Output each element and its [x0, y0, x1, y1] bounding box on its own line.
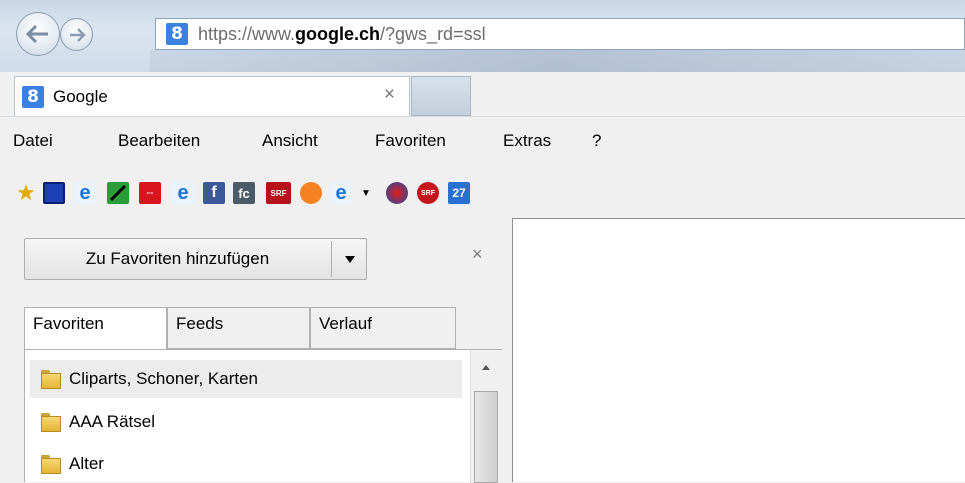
- list-item[interactable]: Alter: [30, 445, 462, 483]
- menu-help[interactable]: ?: [592, 131, 601, 151]
- tab-verlauf[interactable]: Verlauf: [310, 307, 456, 349]
- google-favicon-icon: 8: [22, 85, 44, 108]
- ie-icon[interactable]: e: [74, 182, 96, 204]
- url-text[interactable]: https://www.google.ch/?gws_rd=ssl: [198, 24, 486, 45]
- ie-icon[interactable]: e: [172, 182, 194, 204]
- add-to-favorites-label: Zu Favoriten hinzufügen: [85, 249, 270, 268]
- folder-icon: [41, 369, 61, 389]
- folder-icon: [41, 412, 61, 432]
- dropdown-arrow-icon[interactable]: [345, 256, 355, 263]
- list-item[interactable]: AAA Rätsel: [30, 403, 462, 441]
- tab-feeds[interactable]: Feeds: [167, 307, 310, 349]
- favorites-list: Cliparts, Schoner, Karten AAA Rätsel Alt…: [24, 349, 502, 483]
- back-button[interactable]: [16, 12, 60, 56]
- new-tab-button[interactable]: [411, 76, 471, 116]
- fc-icon[interactable]: fc: [233, 182, 255, 204]
- add-to-favorites-button[interactable]: Zu Favoriten hinzufügen: [24, 238, 367, 280]
- calendar-icon[interactable]: 27: [448, 182, 470, 204]
- swisscom-icon[interactable]: [386, 182, 408, 204]
- menu-favoriten[interactable]: Favoriten: [375, 131, 446, 151]
- list-item[interactable]: Cliparts, Schoner, Karten: [30, 360, 462, 398]
- menu-extras[interactable]: Extras: [503, 131, 551, 151]
- list-item-label: Alter: [69, 454, 104, 473]
- list-item-label: Cliparts, Schoner, Karten: [69, 369, 258, 388]
- favorites-bar: ★ e ⇔ e f fc SRF e ▼ SRF 27: [0, 168, 965, 218]
- address-field[interactable]: 8 https://www.google.ch/?gws_rd=ssl: [155, 18, 965, 50]
- tab-google[interactable]: 8 Google ×: [14, 76, 410, 116]
- scroll-up-icon[interactable]: [482, 365, 490, 370]
- pane-close-icon[interactable]: ×: [472, 244, 483, 265]
- facebook-icon[interactable]: f: [203, 182, 225, 204]
- forward-arrow-icon: [69, 27, 86, 42]
- scroll-thumb[interactable]: [474, 391, 498, 483]
- menu-datei[interactable]: Datei: [13, 131, 53, 151]
- back-arrow-icon: [25, 24, 48, 44]
- google-favicon-icon: 8: [166, 23, 188, 45]
- forward-button[interactable]: [60, 18, 93, 51]
- tab-title: Google: [53, 86, 108, 106]
- monitor-icon[interactable]: [43, 182, 65, 204]
- chevron-down-icon[interactable]: ▼: [355, 182, 377, 204]
- tab-close-icon[interactable]: ×: [384, 84, 395, 106]
- list-item-label: AAA Rätsel: [69, 412, 155, 431]
- button-divider: [331, 241, 332, 277]
- feather-icon[interactable]: [107, 182, 129, 204]
- srf-round-icon[interactable]: SRF: [417, 182, 439, 204]
- folder-icon: [41, 454, 61, 474]
- scrollbar[interactable]: [470, 350, 502, 483]
- orange-icon[interactable]: [300, 182, 322, 204]
- add-to-favorites-icon[interactable]: ★: [15, 180, 37, 205]
- favorites-pane: Zu Favoriten hinzufügen × Favoriten Feed…: [0, 218, 512, 483]
- page-content: [512, 218, 965, 482]
- menu-bearbeiten[interactable]: Bearbeiten: [118, 131, 200, 151]
- srf-icon[interactable]: SRF: [266, 182, 291, 204]
- ie-dropdown-icon[interactable]: e: [330, 182, 352, 204]
- tab-favoriten[interactable]: Favoriten: [24, 307, 167, 351]
- sbb-icon[interactable]: ⇔: [139, 182, 161, 204]
- address-bar-area: 8 https://www.google.ch/?gws_rd=ssl: [0, 0, 965, 72]
- menu-ansicht[interactable]: Ansicht: [262, 131, 318, 151]
- menu-bar: Datei Bearbeiten Ansicht Favoriten Extra…: [0, 116, 965, 169]
